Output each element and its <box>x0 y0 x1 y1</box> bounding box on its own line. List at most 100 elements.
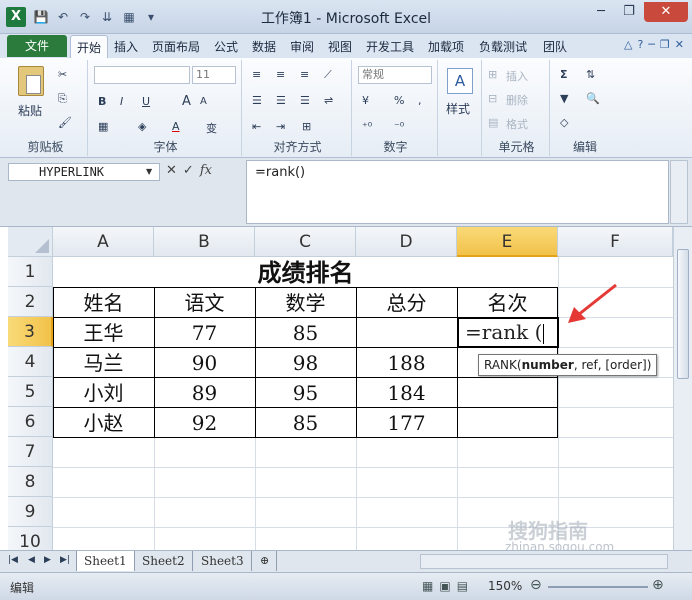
font-color-button[interactable]: A <box>172 120 180 133</box>
tab-home[interactable]: 开始 <box>70 35 109 58</box>
tab-file[interactable]: 文件 <box>7 35 67 57</box>
help-icon[interactable]: ? <box>637 38 643 51</box>
percent-button[interactable]: % <box>394 94 404 107</box>
clipboard-group: 粘贴 ✂ ⎘ 🖌 剪贴板 <box>4 60 88 156</box>
font-group: 11 B I U A A ▦ ◈ A 变 字体 <box>90 60 242 156</box>
delete-cells-icon[interactable]: ⊟ <box>488 92 497 105</box>
find-select-icon[interactable]: 🔍 <box>586 92 600 105</box>
first-sheet-icon[interactable]: |◀ <box>8 555 18 565</box>
underline-button[interactable]: U <box>142 95 150 108</box>
status-mode: 编辑 <box>10 581 35 595</box>
font-name-input[interactable] <box>94 66 190 84</box>
insert-function-icon[interactable]: fx <box>200 163 212 178</box>
borders-icon[interactable]: ▦ <box>98 120 108 133</box>
prev-sheet-icon[interactable]: ◀ <box>28 555 35 565</box>
insert-cells-button[interactable]: 插入 <box>506 68 528 84</box>
horizontal-scrollbar[interactable] <box>420 554 668 569</box>
styles-group: A 样式 <box>440 60 482 156</box>
sheet-tab-sheet1[interactable]: Sheet1 <box>76 551 135 571</box>
minimize-button[interactable]: ─ <box>588 2 614 22</box>
fill-icon[interactable]: ▼ <box>560 92 568 105</box>
new-sheet-icon[interactable]: ⊕ <box>253 551 278 571</box>
name-box[interactable]: HYPERLINK <box>8 163 160 181</box>
tab-developer[interactable]: 开发工具 <box>366 38 414 55</box>
tab-insert[interactable]: 插入 <box>114 38 138 55</box>
tab-formulas[interactable]: 公式 <box>214 38 238 55</box>
sheet-tab-sheet3[interactable]: Sheet3 <box>194 551 252 571</box>
delete-cells-button[interactable]: 删除 <box>506 92 528 108</box>
page-break-view-icon[interactable]: ▤ <box>457 579 468 593</box>
doc-minimize-icon[interactable]: ─ <box>648 38 655 51</box>
cut-icon[interactable]: ✂ <box>58 68 67 81</box>
shrink-font-button[interactable]: A <box>200 96 207 107</box>
worksheet-grid[interactable]: A B C D E F 1 2 3 4 5 6 7 8 9 10 成绩排名 姓名… <box>0 226 692 550</box>
collapse-ribbon-icon[interactable]: △ <box>624 38 632 51</box>
tab-data[interactable]: 数据 <box>252 38 276 55</box>
format-cells-icon[interactable]: ▤ <box>488 116 498 129</box>
paste-icon[interactable] <box>18 66 44 96</box>
tab-review[interactable]: 审阅 <box>290 38 314 55</box>
enter-formula-icon[interactable]: ✓ <box>183 163 194 178</box>
bold-button[interactable]: B <box>98 95 106 108</box>
name-box-dropdown-icon[interactable]: ▼ <box>146 167 152 176</box>
normal-view-icon[interactable]: ▦ <box>422 579 433 593</box>
autosum-button[interactable]: Σ <box>560 68 568 81</box>
maximize-button[interactable]: ❐ <box>616 2 642 22</box>
styles-button[interactable]: 样式 <box>446 100 470 117</box>
zoom-slider[interactable] <box>548 586 648 588</box>
align-top-icon[interactable]: ≡ <box>252 68 261 81</box>
sort-filter-icon[interactable]: ⇅ <box>586 68 595 81</box>
align-bottom-icon[interactable]: ≡ <box>300 68 309 81</box>
fill-color-icon[interactable]: ◈ <box>138 120 146 133</box>
paste-button[interactable]: 粘贴 <box>18 102 42 119</box>
tab-team[interactable]: 团队 <box>543 38 567 55</box>
vertical-scrollbar[interactable] <box>673 227 692 550</box>
format-cells-button[interactable]: 格式 <box>506 116 528 132</box>
formula-bar-expand[interactable] <box>670 160 688 224</box>
clear-icon[interactable]: ◇ <box>560 116 568 129</box>
formula-buttons: ✕ ✓ fx <box>166 163 212 178</box>
number-format-select[interactable]: 常规 <box>358 66 432 84</box>
tab-page-layout[interactable]: 页面布局 <box>152 38 200 55</box>
page-layout-view-icon[interactable]: ▣ <box>439 579 450 593</box>
tab-load-test[interactable]: 负载测试 <box>479 38 527 55</box>
currency-icon[interactable]: ¥ <box>362 94 369 107</box>
status-bar: 编辑 ▦ ▣ ▤ 150% ⊖ ⊕ <box>0 572 692 600</box>
format-painter-icon[interactable]: 🖌 <box>58 116 72 129</box>
increase-indent-icon[interactable]: ⇥ <box>276 120 285 133</box>
alignment-label: 对齐方式 <box>273 140 322 154</box>
formula-input[interactable]: =rank() <box>246 160 669 224</box>
italic-button[interactable]: I <box>120 95 123 108</box>
vertical-scroll-thumb[interactable] <box>677 249 689 379</box>
zoom-in-icon[interactable]: ⊕ <box>652 577 664 593</box>
align-right-icon[interactable]: ☰ <box>300 94 310 107</box>
change-case-button[interactable]: 变 <box>206 120 217 136</box>
decrease-indent-icon[interactable]: ⇤ <box>252 120 261 133</box>
sheet-tab-bar: |◀ ◀ ▶ ▶| Sheet1 Sheet2 Sheet3 ⊕ <box>0 550 692 572</box>
sheet-tab-sheet2[interactable]: Sheet2 <box>135 551 193 571</box>
align-left-icon[interactable]: ☰ <box>252 94 262 107</box>
doc-restore-icon[interactable]: ❐ <box>660 38 670 51</box>
tab-addins[interactable]: 加载项 <box>428 38 464 55</box>
tab-view[interactable]: 视图 <box>328 38 352 55</box>
close-button[interactable]: ✕ <box>644 2 688 22</box>
zoom-out-icon[interactable]: ⊖ <box>530 577 542 593</box>
increase-decimal-icon[interactable]: ⁺⁰ <box>362 120 372 133</box>
merge-cells-icon[interactable]: ⊞ <box>302 120 311 133</box>
align-middle-icon[interactable]: ≡ <box>276 68 285 81</box>
styles-icon[interactable]: A <box>447 68 473 94</box>
last-sheet-icon[interactable]: ▶| <box>60 555 70 565</box>
comma-button[interactable]: , <box>418 94 422 107</box>
font-size-input[interactable]: 11 <box>192 66 236 84</box>
next-sheet-icon[interactable]: ▶ <box>44 555 51 565</box>
grow-font-button[interactable]: A <box>182 94 191 109</box>
cancel-formula-icon[interactable]: ✕ <box>166 163 177 178</box>
align-center-icon[interactable]: ☰ <box>276 94 286 107</box>
doc-close-icon[interactable]: ✕ <box>675 38 684 51</box>
insert-cells-icon[interactable]: ⊞ <box>488 68 497 81</box>
decrease-decimal-icon[interactable]: ⁻⁰ <box>394 120 404 133</box>
copy-icon[interactable]: ⎘ <box>58 92 67 106</box>
orientation-icon[interactable]: ⟋ <box>324 68 332 82</box>
wrap-text-icon[interactable]: ⇌ <box>324 94 333 107</box>
zoom-level[interactable]: 150% <box>488 579 522 593</box>
